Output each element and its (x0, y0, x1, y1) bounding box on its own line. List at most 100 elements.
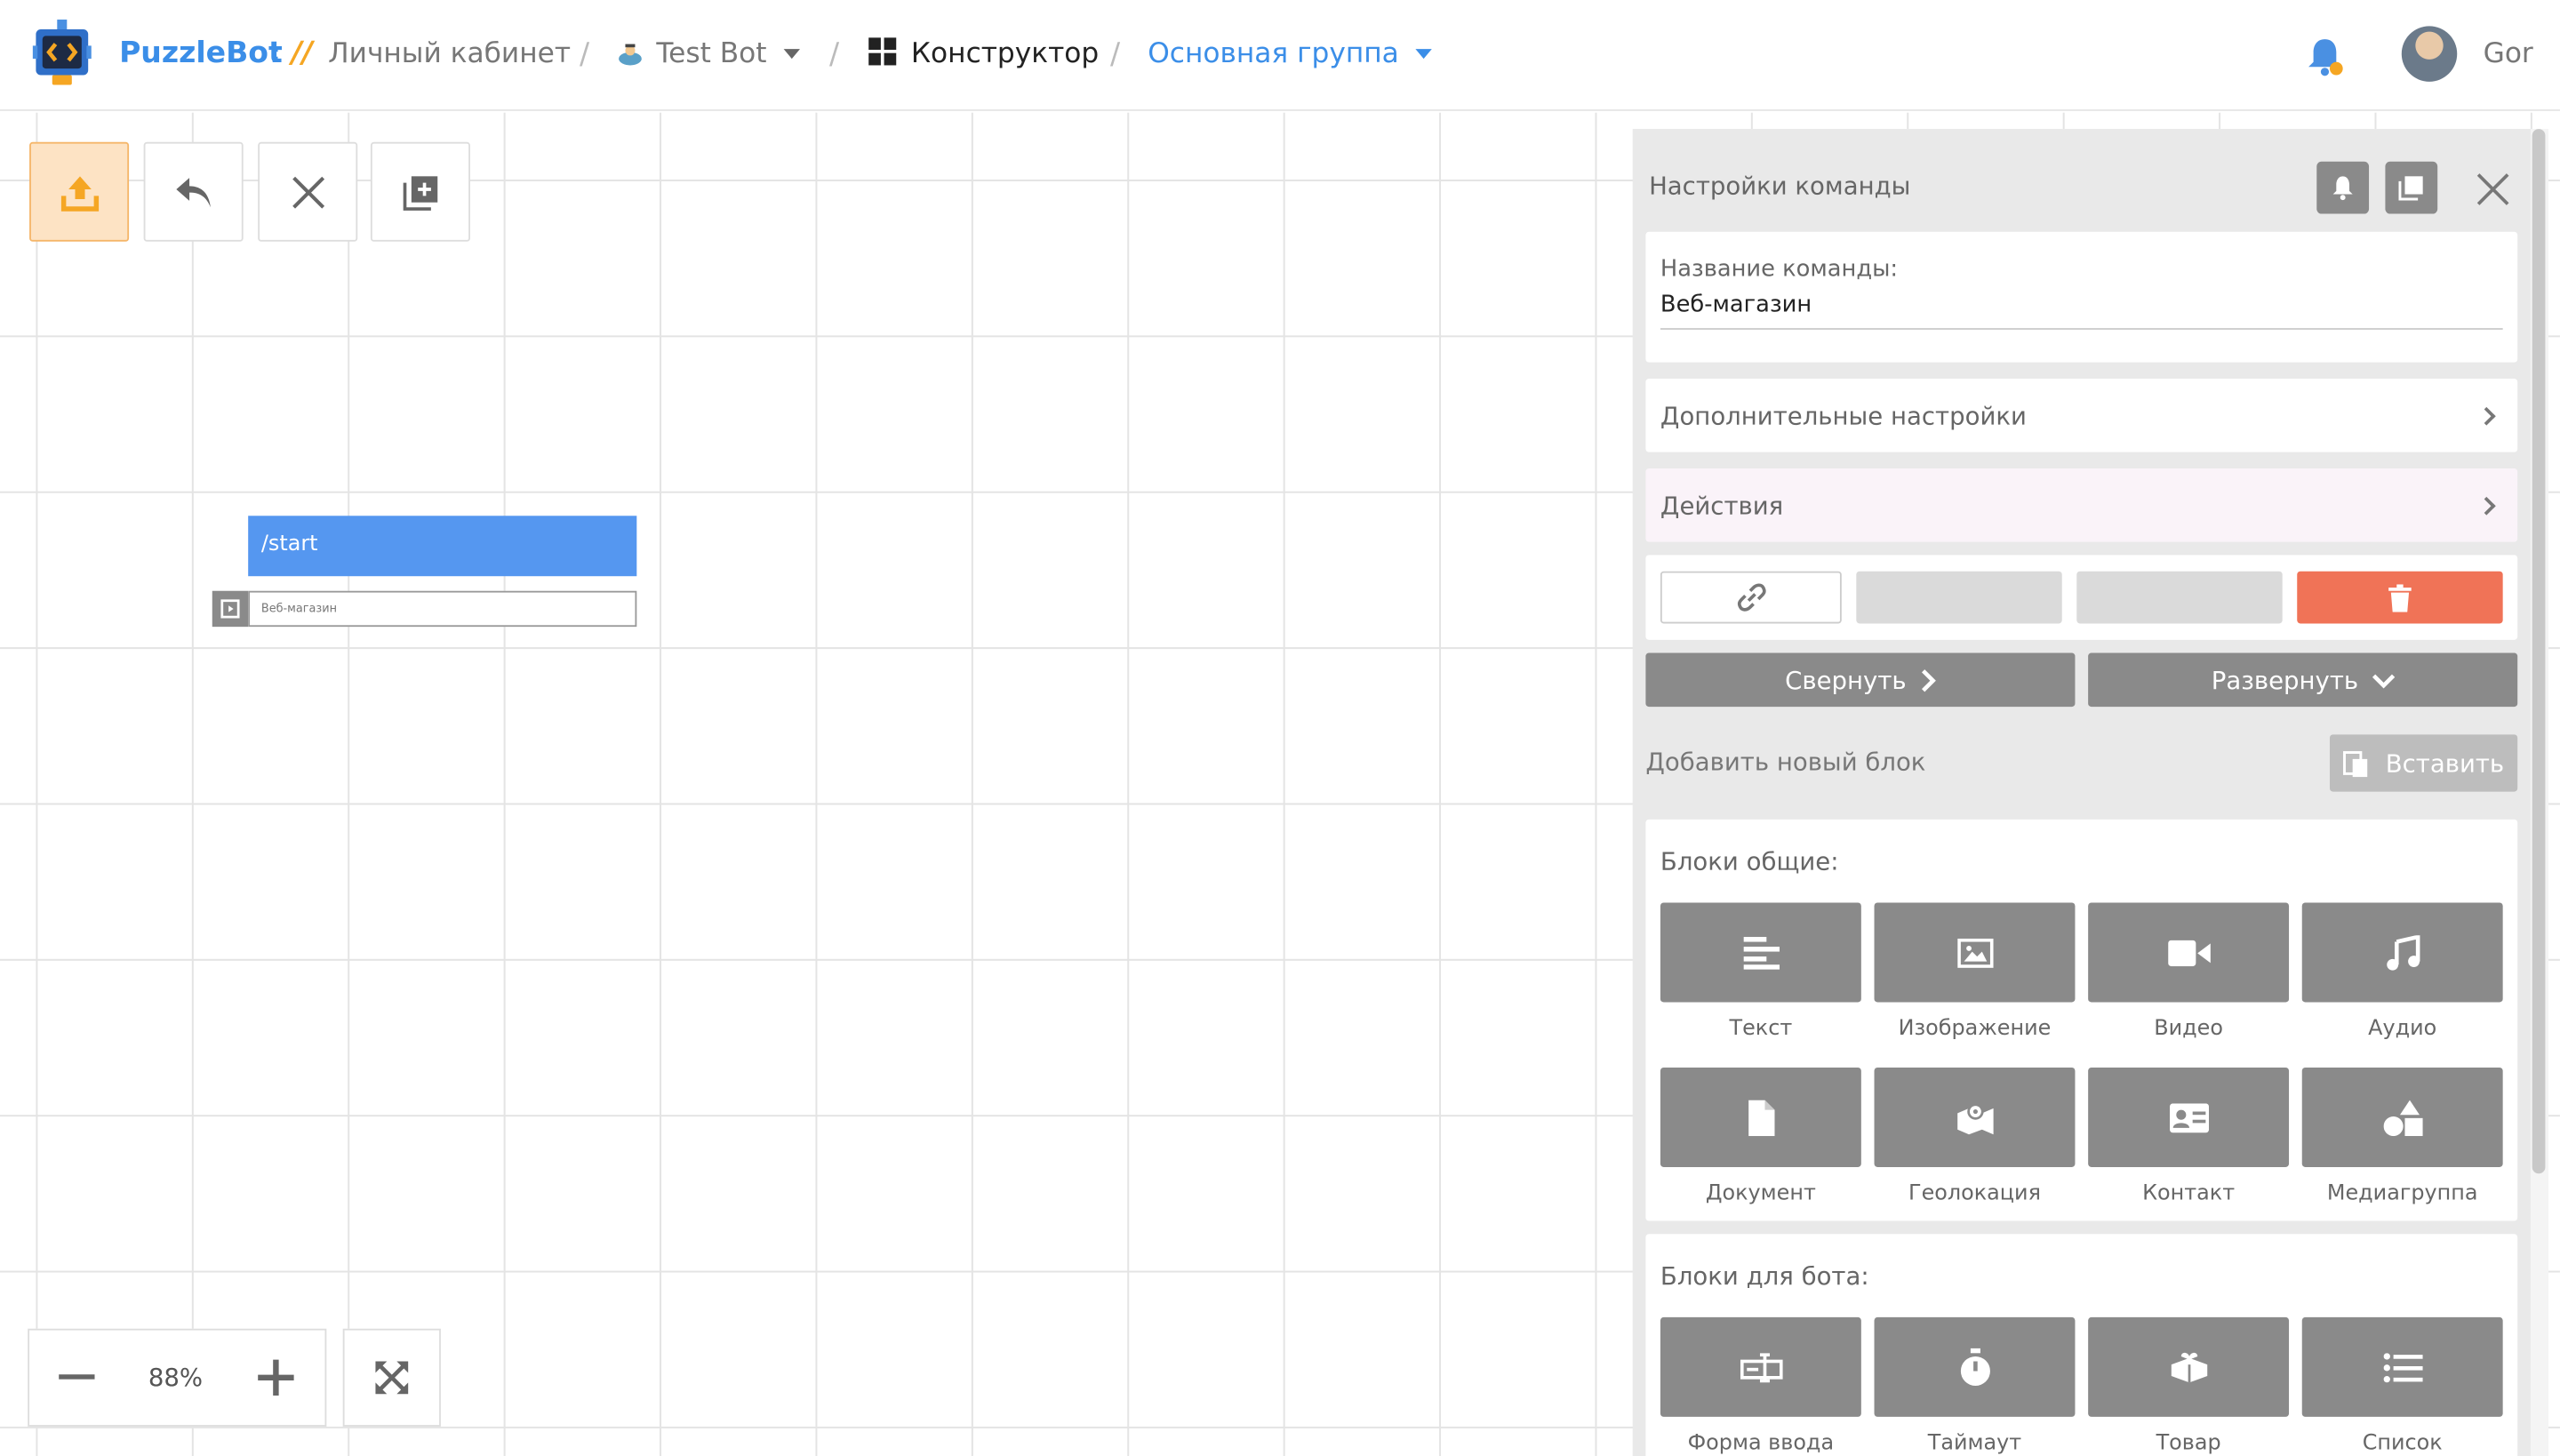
video-block-icon (212, 590, 249, 628)
paste-icon (2343, 750, 2368, 777)
command-node[interactable]: /start (248, 516, 637, 577)
breadcrumb-divider: / (580, 37, 590, 72)
action-placeholder-button[interactable] (2076, 571, 2283, 624)
chevron-right-icon (2476, 405, 2496, 425)
paste-label: Вставить (2385, 748, 2505, 778)
general-blocks-card: Блоки общие: Текст Изображение Видео Ауд… (1645, 819, 2518, 1221)
breadcrumb-constructor[interactable]: Конструктор (868, 37, 1099, 70)
breadcrumb-divider: / (829, 37, 840, 72)
block-tile-document[interactable]: Документ (1660, 1067, 1861, 1207)
block-tile-geolocation-box (1874, 1067, 2076, 1167)
brand-slashes: // (291, 36, 313, 70)
undo-icon (175, 177, 211, 207)
block-tile-label: Аудио (2368, 1017, 2437, 1042)
extra-settings-toggle[interactable]: Дополнительные настройки (1645, 379, 2518, 452)
brand-colon: : (269, 36, 282, 70)
block-tile-audio-box (2301, 902, 2503, 1003)
block-tile-timeout[interactable]: Таймаут (1874, 1316, 2076, 1456)
block-tile-input-form[interactable]: Форма ввода (1660, 1316, 1861, 1456)
block-tile-text-box (1660, 902, 1861, 1003)
block-tile-list[interactable]: Список (2301, 1316, 2503, 1456)
block-tile-label: Изображение (1898, 1017, 2052, 1042)
top-header: PuzzleBot : // Личный кабинет / Test Bot… (0, 0, 2560, 111)
command-name-label: Название команды: (1660, 256, 1899, 283)
video-camera-icon (2167, 939, 2210, 966)
breadcrumb-cabinet[interactable]: Личный кабинет (328, 37, 571, 70)
zoom-in-icon[interactable] (256, 1358, 295, 1397)
stopwatch-icon (1959, 1347, 1990, 1386)
zoom-out-icon[interactable] (59, 1374, 95, 1380)
brand-name[interactable]: PuzzleBot (119, 36, 283, 70)
bot-avatar-icon (619, 44, 642, 66)
grid-icon (868, 37, 897, 66)
block-tile-image[interactable]: Изображение (1874, 902, 2076, 1042)
block-tile-contact[interactable]: Контакт (2088, 1067, 2290, 1207)
block-tile-label: Видео (2154, 1017, 2223, 1042)
collapse-label: Свернуть (1785, 665, 1907, 695)
block-tile-list-box (2301, 1316, 2503, 1417)
text-lines-icon (1742, 936, 1780, 969)
notify-button[interactable] (2316, 161, 2370, 214)
expand-button[interactable]: Развернуть (2088, 652, 2518, 708)
block-tile-document-box (1660, 1067, 1861, 1167)
shapes-icon (2382, 1099, 2422, 1136)
command-name-input[interactable]: Веб-магазин (1660, 292, 2503, 330)
command-name-card: Название команды: Веб-магазин (1645, 231, 2518, 363)
block-tile-product[interactable]: Товар (2088, 1316, 2290, 1456)
block-tile-image-box (1874, 902, 2076, 1003)
block-tile-geolocation[interactable]: Геолокация (1874, 1067, 2076, 1207)
collapse-button[interactable]: Свернуть (1645, 652, 2076, 708)
bell-icon (2332, 176, 2353, 201)
chevron-down-icon (2372, 673, 2395, 688)
block-tile-input-form-box (1660, 1316, 1861, 1417)
expand-arrows-icon (375, 1361, 409, 1395)
actions-label: Действия (1660, 490, 1784, 520)
notifications-bell-icon[interactable] (2305, 36, 2344, 84)
breadcrumb-group[interactable]: Основная группа (1148, 37, 1432, 70)
fullscreen-button[interactable] (342, 1328, 441, 1427)
user-name[interactable]: Gor (2484, 37, 2533, 70)
block-tile-mediagroup[interactable]: Медиагруппа (2301, 1067, 2503, 1206)
actions-toggle[interactable]: Действия (1645, 468, 2518, 542)
block-tile-contact-box (2088, 1067, 2290, 1167)
user-avatar[interactable] (2401, 26, 2458, 82)
command-sub-node[interactable]: Веб-магазин (248, 590, 637, 628)
panel-scrollbar[interactable] (2532, 129, 2546, 1174)
block-tile-text[interactable]: Текст (1660, 902, 1861, 1042)
link-button[interactable] (1660, 571, 1842, 624)
close-canvas-button[interactable] (258, 141, 358, 242)
block-tile-video-box (2088, 902, 2290, 1003)
block-tile-audio[interactable]: Аудио (2301, 902, 2503, 1042)
close-icon (2476, 173, 2509, 205)
block-tile-label: Геолокация (1908, 1181, 2041, 1207)
upload-button[interactable] (29, 141, 130, 242)
block-tile-video[interactable]: Видео (2088, 902, 2290, 1042)
contact-card-icon (2169, 1102, 2209, 1132)
copy-command-button[interactable] (2385, 161, 2438, 214)
delete-command-button[interactable] (2297, 571, 2503, 624)
paste-button[interactable]: Вставить (2329, 734, 2518, 792)
block-tile-label: Список (2362, 1431, 2443, 1456)
image-icon (1956, 937, 1993, 968)
block-tile-label: Таймаут (1927, 1431, 2022, 1456)
trash-icon (2388, 583, 2412, 612)
block-tile-label: Контакт (2142, 1181, 2236, 1207)
action-placeholder-button[interactable] (1856, 571, 2062, 624)
link-icon (1736, 583, 1765, 612)
chevron-down-icon (1415, 49, 1432, 60)
close-panel-button[interactable] (2475, 172, 2510, 214)
breadcrumb-bot[interactable]: Test Bot (617, 37, 800, 70)
puzzlebot-logo-icon[interactable] (32, 20, 92, 88)
bot-blocks-title: Блоки для бота: (1660, 1261, 1869, 1292)
add-copy-button[interactable] (370, 141, 470, 242)
expand-label: Развернуть (2211, 665, 2359, 695)
block-tile-mediagroup-box (2301, 1067, 2503, 1167)
block-tile-label: Документ (1705, 1181, 1816, 1207)
document-icon (1748, 1099, 1774, 1136)
chevron-down-icon (782, 49, 800, 60)
block-tile-label: Товар (2156, 1431, 2221, 1456)
undo-button[interactable] (143, 141, 244, 242)
upload-icon (60, 175, 99, 211)
general-blocks-title: Блоки общие: (1660, 847, 1839, 877)
block-tile-label: Текст (1729, 1017, 1793, 1042)
